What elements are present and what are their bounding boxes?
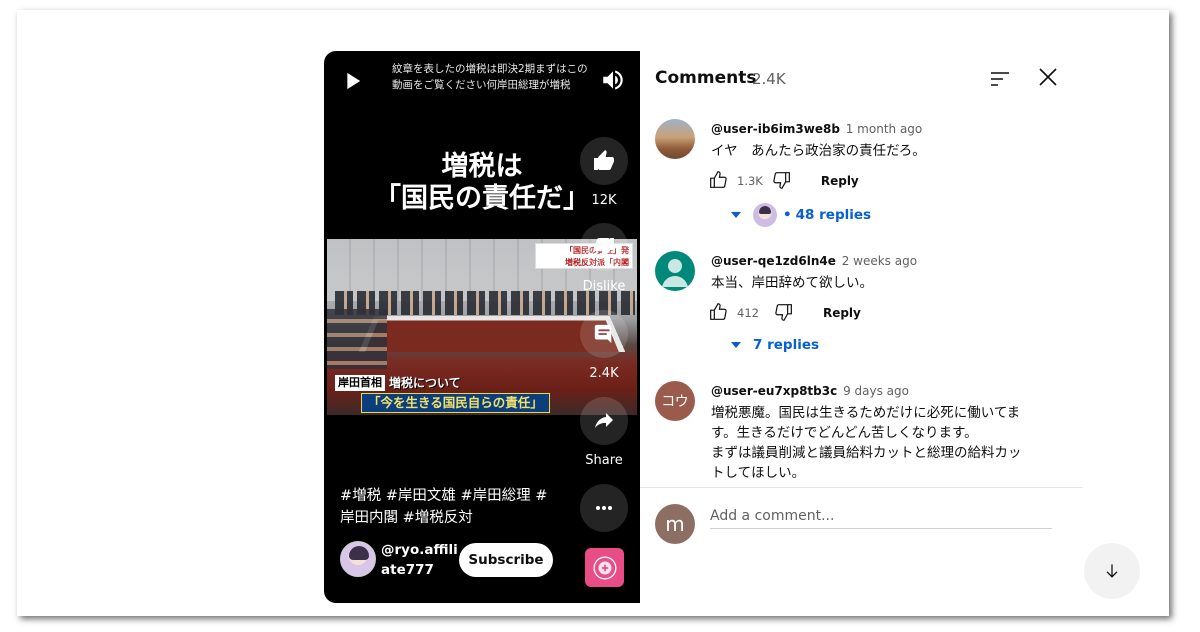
- comment-time[interactable]: 2 weeks ago: [842, 254, 917, 268]
- close-icon[interactable]: [1036, 65, 1060, 89]
- comment-count: 2.4K: [589, 366, 619, 381]
- commenter-avatar-text: コウ: [661, 394, 689, 410]
- chevron-down-icon: [731, 342, 741, 348]
- frame-attendees-left: [327, 309, 387, 369]
- lower-third-name: 岸田首相: [335, 375, 385, 391]
- comment-header: @user-qe1zd6ln4e 2 weeks ago: [711, 253, 917, 269]
- video-caption: 増税は 「国民の責任だ」: [354, 151, 610, 215]
- shorts-player[interactable]: 紋章を表したの増税は即決2期まずはこの動画をご覧ください何岸田総理が増税 増税は…: [324, 51, 640, 603]
- share-button[interactable]: [580, 397, 628, 445]
- comment-like-count: 412: [737, 306, 759, 320]
- comment-item: @user-ib6im3we8b 1 month ago イヤ あんたら政治家の…: [655, 119, 1055, 229]
- channel-avatar[interactable]: [340, 541, 376, 577]
- comment-actions: 412 Reply: [707, 301, 861, 325]
- comment-actions: 1.3K Reply: [707, 169, 859, 193]
- like-action[interactable]: 12K: [580, 137, 628, 209]
- chevron-down-icon: [731, 212, 741, 218]
- comment-item: @user-qe1zd6ln4e 2 weeks ago 本当、岸田辞めて欲しい…: [655, 251, 1055, 361]
- volume-icon[interactable]: [600, 67, 628, 95]
- lower-third-topic: 増税について: [389, 376, 461, 390]
- subscribe-button[interactable]: Subscribe: [459, 543, 553, 577]
- comment-text: イヤ あんたら政治家の責任だろ。: [711, 143, 926, 159]
- comment-time[interactable]: 9 days ago: [843, 384, 909, 398]
- comment-author[interactable]: @user-eu7xp8tb3c: [711, 384, 837, 398]
- like-icon[interactable]: [707, 301, 731, 325]
- like-icon[interactable]: [707, 169, 731, 193]
- dislike-button[interactable]: [580, 223, 628, 271]
- comment-text: 増税悪魔。国民は生きるためだけに必死に働いてます。生きるだけでどんどん苦しくなり…: [711, 403, 1033, 483]
- like-button[interactable]: [580, 137, 628, 185]
- dislike-action[interactable]: Dislike: [580, 223, 628, 295]
- comment-header: @user-eu7xp8tb3c 9 days ago: [711, 383, 909, 399]
- dislike-icon[interactable]: [773, 301, 797, 325]
- video-title: 紋章を表したの増税は即決2期まずはこの動画をご覧ください何岸田総理が増税: [392, 63, 588, 91]
- reply-dot: •: [783, 207, 792, 223]
- comments-count: 2.4K: [752, 70, 786, 88]
- my-avatar: m: [655, 504, 695, 544]
- comment-author[interactable]: @user-qe1zd6ln4e: [711, 254, 836, 268]
- channel-name[interactable]: @ryo.affiliate777: [381, 540, 461, 580]
- sound-badge-icon: [593, 556, 616, 579]
- thumb-up-icon: [594, 150, 614, 170]
- dislike-icon[interactable]: [771, 169, 795, 193]
- more-horizontal-icon: [596, 506, 612, 510]
- thumb-down-icon: [594, 238, 614, 258]
- comments-title: Comments: [655, 68, 757, 88]
- share-action[interactable]: Share: [580, 397, 628, 469]
- dislike-label: Dislike: [582, 279, 626, 294]
- more-button[interactable]: [580, 484, 628, 532]
- sound-thumbnail[interactable]: [585, 548, 624, 587]
- comment-icon: [594, 324, 612, 344]
- scroll-down-button[interactable]: [1084, 543, 1140, 599]
- add-comment-input[interactable]: [710, 503, 1052, 529]
- reply-button[interactable]: Reply: [821, 174, 859, 188]
- comment-text-line: 増税悪魔。国民は生きるためだけに必死に働いてます。生きるだけでどんどん苦しくなり…: [711, 405, 1021, 441]
- arrow-down-icon: [1106, 564, 1118, 578]
- sort-icon[interactable]: [988, 67, 1012, 91]
- share-label: Share: [585, 453, 623, 468]
- commenter-avatar[interactable]: コウ: [655, 381, 695, 421]
- comments-action[interactable]: 2.4K: [580, 310, 628, 382]
- comment-time[interactable]: 1 month ago: [846, 122, 923, 136]
- comment-text: 本当、岸田辞めて欲しい。: [711, 275, 873, 291]
- comment-author[interactable]: @user-ib6im3we8b: [711, 122, 840, 136]
- comments-button[interactable]: [580, 310, 628, 358]
- replies-toggle[interactable]: • 48 replies: [731, 203, 871, 227]
- reply-button[interactable]: Reply: [823, 306, 861, 320]
- replies-count[interactable]: 48 replies: [796, 207, 871, 223]
- comment-like-count: 1.3K: [737, 174, 763, 188]
- comment-item: コウ @user-eu7xp8tb3c 9 days ago 増税悪魔。国民は生…: [655, 381, 1055, 487]
- caption-line-1: 増税は: [441, 151, 523, 182]
- like-count: 12K: [591, 193, 617, 208]
- replies-count[interactable]: 7 replies: [753, 337, 819, 353]
- comments-panel: Comments 2.4K @user-ib6im3we8b 1 month a…: [640, 51, 1083, 603]
- play-icon[interactable]: [338, 67, 366, 95]
- more-action[interactable]: [580, 484, 628, 532]
- commenter-avatar[interactable]: [655, 251, 695, 291]
- replies-toggle[interactable]: 7 replies: [731, 337, 819, 353]
- creator-reply-avatar: [753, 203, 777, 227]
- hashtags[interactable]: #増税 #岸田文雄 #岸田総理 #岸田内閣 #増税反対: [340, 485, 560, 529]
- commenter-avatar[interactable]: [655, 119, 695, 159]
- lower-third-quote: 「今を生きる国民自らの責任」: [361, 393, 550, 413]
- panel-divider: [640, 487, 1083, 488]
- comment-text-line: まずは議員削減と議員給料カットと総理の給料カットしてほしい。: [711, 445, 1022, 481]
- comment-header: @user-ib6im3we8b 1 month ago: [711, 121, 922, 137]
- news-lower-third: 岸田首相 増税について 「今を生きる国民自らの責任」: [335, 373, 563, 413]
- caption-line-2: 「国民の責任だ」: [374, 183, 590, 214]
- share-icon: [595, 413, 613, 428]
